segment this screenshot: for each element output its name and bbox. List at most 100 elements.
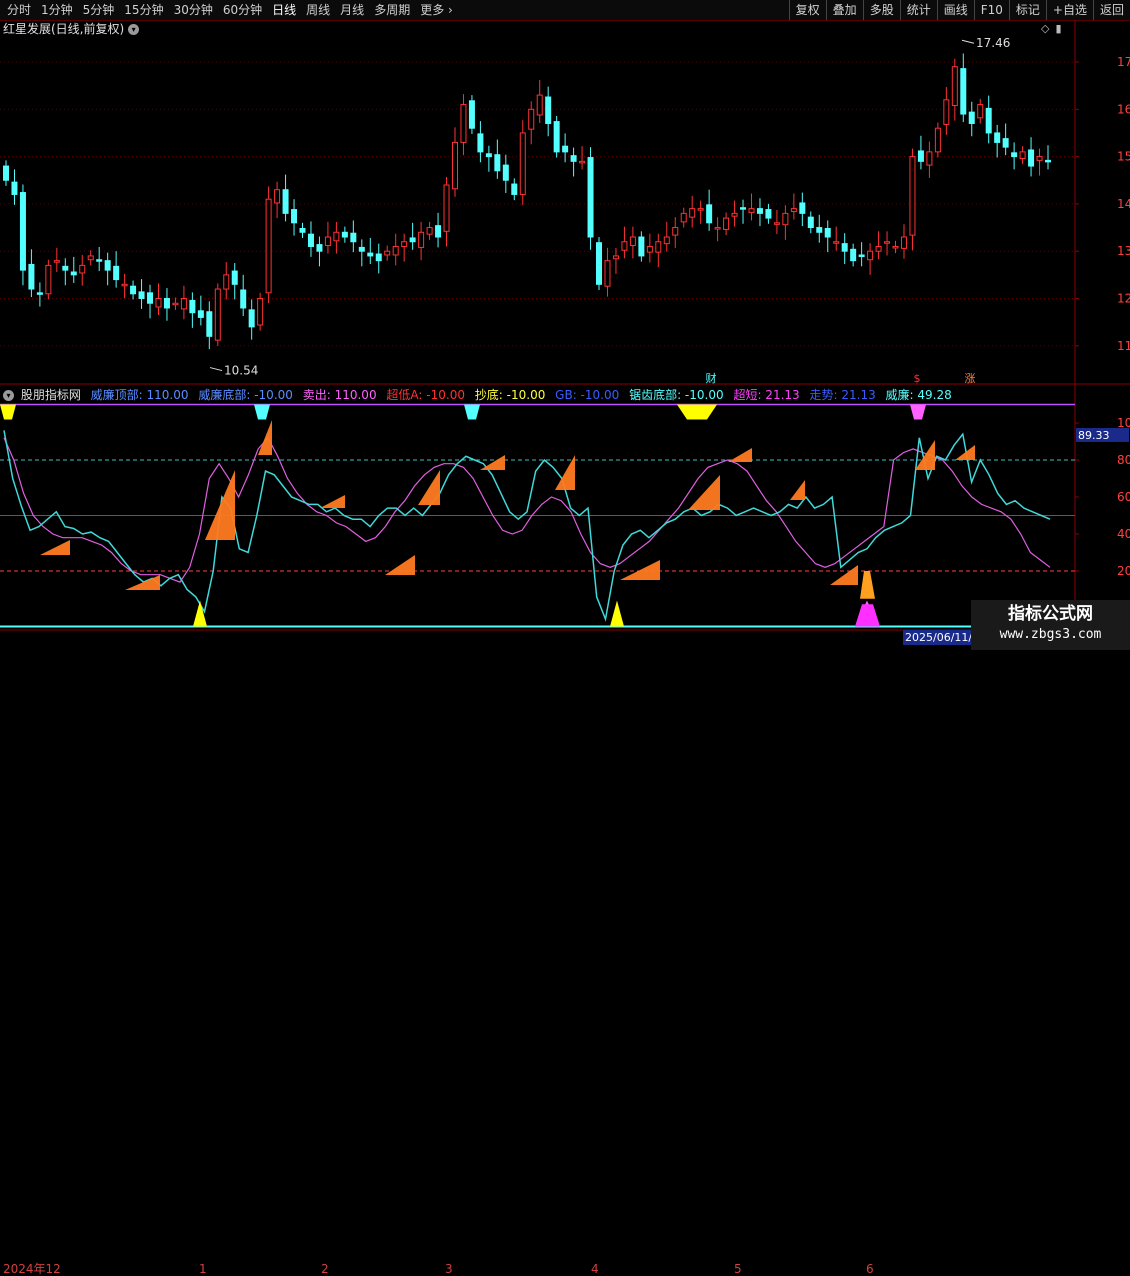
candle-body: [951, 66, 958, 107]
candle-body: [816, 227, 823, 233]
candle: [36, 282, 43, 307]
candle: [621, 226, 628, 259]
candle: [1019, 146, 1026, 165]
candle-body: [113, 265, 120, 281]
candle: [451, 127, 458, 197]
high-price-label: 17.46: [976, 36, 1010, 50]
candle-body: [740, 207, 747, 210]
candle: [341, 226, 348, 243]
candle-body: [596, 242, 603, 285]
indicator-fill-block: [385, 555, 415, 575]
candle: [697, 200, 704, 224]
candle-body: [418, 231, 425, 248]
indicator-name[interactable]: 股朋指标网: [21, 388, 81, 402]
candle-body: [477, 133, 484, 153]
indicator-value: GB: -10.00: [555, 388, 620, 402]
price-tick-label: 13.00: [1117, 244, 1130, 258]
candle: [502, 154, 509, 194]
candle-body: [163, 298, 170, 309]
candle-body: [968, 111, 975, 124]
candle: [104, 252, 111, 286]
candle-body: [850, 248, 857, 262]
candle-body: [11, 181, 18, 195]
date-label: 5: [734, 1262, 742, 1276]
candle-body: [197, 310, 204, 318]
candle: [477, 121, 484, 163]
candle-body: [291, 209, 298, 224]
candle: [426, 221, 433, 240]
event-marker: 涨: [965, 372, 976, 385]
candle-body: [604, 260, 611, 287]
candle: [587, 147, 594, 250]
candle: [782, 205, 789, 240]
candle-body: [799, 202, 806, 214]
candle: [731, 200, 738, 227]
candle-body: [248, 309, 255, 328]
candle-body: [875, 245, 882, 252]
candle: [435, 212, 442, 248]
candle: [511, 178, 518, 201]
candle-body: [104, 260, 111, 271]
top-signal-marker: [464, 404, 480, 420]
indicator-tick-label: 100.00: [1117, 416, 1130, 430]
candle: [1036, 148, 1043, 176]
candle: [1028, 137, 1035, 177]
candle: [485, 145, 492, 172]
candle-body: [587, 157, 594, 238]
candle: [206, 301, 213, 350]
stock-chart[interactable]: 17.00 16.00 15.00 14.00 13.00 12.00 11.00 17.46…: [0, 0, 1130, 650]
candle: [130, 280, 137, 300]
candle-body: [909, 156, 916, 236]
candle-body: [545, 96, 552, 124]
candle: [96, 246, 103, 272]
candle: [401, 233, 408, 262]
candle: [562, 133, 569, 163]
candle-body: [384, 250, 391, 256]
event-marker: $: [914, 372, 921, 385]
chevron-down-icon[interactable]: ▾: [3, 390, 14, 401]
candle: [214, 283, 221, 346]
candle-body: [723, 217, 730, 230]
candle-body: [1045, 159, 1051, 163]
candle: [909, 148, 916, 251]
candle: [841, 233, 848, 264]
candle-body: [536, 94, 543, 116]
candle-body: [570, 155, 577, 162]
candle: [723, 212, 730, 236]
candle-body: [79, 264, 86, 274]
candle: [553, 115, 560, 158]
candle: [155, 283, 162, 316]
candle-body: [19, 192, 26, 271]
candle: [960, 53, 967, 123]
candle-body: [519, 132, 526, 195]
candle: [11, 169, 18, 205]
candle: [740, 199, 747, 224]
candle-body: [53, 260, 60, 263]
candle: [579, 146, 586, 170]
candle: [1045, 145, 1051, 170]
candle-body: [782, 212, 789, 226]
candle: [189, 292, 196, 328]
candle-body: [773, 222, 780, 225]
candle-body: [130, 285, 137, 295]
candle: [884, 231, 891, 256]
candle-body: [629, 236, 636, 247]
candle: [934, 122, 941, 158]
candle: [231, 263, 238, 300]
indicator-fill-block: [480, 455, 505, 470]
candle-body: [223, 274, 230, 290]
candle: [655, 233, 662, 268]
candle-body: [28, 263, 35, 290]
candle-body: [155, 298, 162, 308]
price-tick-label: 12.00: [1117, 292, 1130, 306]
candle: [680, 207, 687, 228]
candle: [867, 243, 874, 275]
candle-body: [528, 108, 535, 130]
date-label: 1: [199, 1262, 207, 1276]
candle: [375, 243, 382, 274]
indicator-tick-label: 80.00: [1117, 453, 1130, 467]
candle-body: [612, 255, 619, 260]
candle-body: [706, 204, 713, 224]
indicator-value: 走势: 21.13: [809, 388, 876, 402]
bottom-signal-marker: [855, 604, 880, 627]
